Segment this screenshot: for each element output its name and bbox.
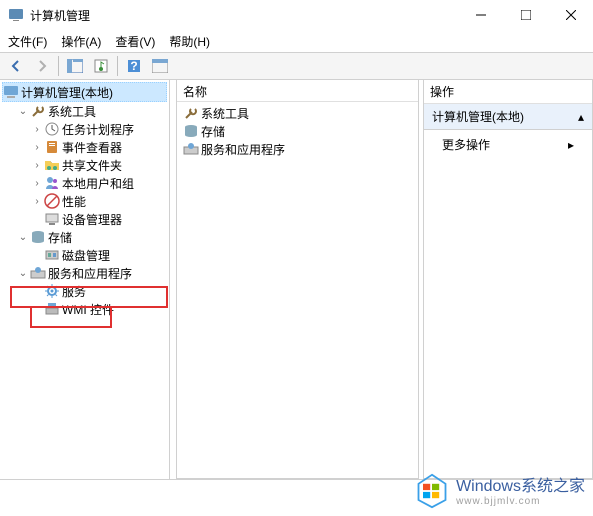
list-pane: 名称 系统工具 存储 服务和应用程序 — [176, 80, 419, 479]
toolbar: ? — [0, 52, 593, 80]
main-content: 计算机管理(本地) ⌄ 系统工具 › 任务计划程序 › 事件查看器 › 共享文件夹 ›… — [0, 80, 593, 480]
windows-logo-icon — [414, 473, 450, 512]
close-button[interactable] — [548, 0, 593, 30]
services-apps-icon — [183, 141, 199, 157]
tree-services[interactable]: 服务 — [2, 282, 167, 300]
tree-root[interactable]: 计算机管理(本地) — [2, 82, 167, 102]
tree-task-scheduler[interactable]: › 任务计划程序 — [2, 120, 167, 138]
menu-view[interactable]: 查看(V) — [115, 33, 155, 50]
tree-label: 系统工具 — [48, 103, 96, 120]
window-controls — [458, 0, 593, 30]
navigation-tree[interactable]: 计算机管理(本地) ⌄ 系统工具 › 任务计划程序 › 事件查看器 › 共享文件夹 ›… — [0, 80, 170, 479]
tree-disk-management[interactable]: 磁盘管理 — [2, 246, 167, 264]
app-icon — [8, 7, 24, 23]
actions-section[interactable]: 计算机管理(本地) ▴ — [424, 104, 592, 130]
tree-shared-folders[interactable]: › 共享文件夹 — [2, 156, 167, 174]
tree-label: 设备管理器 — [62, 211, 122, 228]
list-item[interactable]: 存储 — [179, 122, 416, 140]
storage-icon — [183, 123, 199, 139]
wmi-icon — [44, 301, 60, 317]
item-label: 系统工具 — [201, 105, 249, 122]
refresh-button[interactable] — [148, 54, 172, 78]
show-hide-tree-button[interactable] — [63, 54, 87, 78]
computer-icon — [3, 84, 19, 100]
tools-icon — [30, 103, 46, 119]
actions-pane: 操作 计算机管理(本地) ▴ 更多操作 ▸ — [423, 80, 593, 479]
tools-icon — [183, 105, 199, 121]
tree-label: 共享文件夹 — [62, 157, 122, 174]
tree-label: 计算机管理(本地) — [21, 84, 113, 101]
performance-icon — [44, 193, 60, 209]
help-button[interactable]: ? — [122, 54, 146, 78]
back-button[interactable] — [4, 54, 28, 78]
gear-icon — [44, 283, 60, 299]
maximize-button[interactable] — [503, 0, 548, 30]
forward-button[interactable] — [30, 54, 54, 78]
tree-label: 存储 — [48, 229, 72, 246]
actions-header: 操作 — [424, 80, 592, 104]
list-body[interactable]: 系统工具 存储 服务和应用程序 — [177, 102, 418, 478]
users-icon — [44, 175, 60, 191]
services-apps-icon — [30, 265, 46, 281]
properties-button[interactable] — [89, 54, 113, 78]
watermark: Windows系统之家 www.bjjmlv.com — [414, 473, 585, 512]
menu-bar: 文件(F) 操作(A) 查看(V) 帮助(H) — [0, 30, 593, 52]
watermark-title: Windows系统之家 — [456, 477, 585, 496]
tree-storage[interactable]: ⌄ 存储 — [2, 228, 167, 246]
tree-wmi-control[interactable]: WMI 控件 — [2, 300, 167, 318]
tree-label: 磁盘管理 — [62, 247, 110, 264]
tree-label: 本地用户和组 — [62, 175, 134, 192]
storage-icon — [30, 229, 46, 245]
tree-system-tools[interactable]: ⌄ 系统工具 — [2, 102, 167, 120]
watermark-url: www.bjjmlv.com — [456, 496, 540, 508]
disk-icon — [44, 247, 60, 263]
window-title: 计算机管理 — [30, 7, 458, 24]
menu-action[interactable]: 操作(A) — [61, 33, 101, 50]
device-icon — [44, 211, 60, 227]
tree-services-apps[interactable]: ⌄ 服务和应用程序 — [2, 264, 167, 282]
column-header-name[interactable]: 名称 — [177, 80, 418, 102]
folder-share-icon — [44, 157, 60, 173]
tree-label: 事件查看器 — [62, 139, 122, 156]
collapse-icon: ▴ — [578, 110, 584, 124]
menu-file[interactable]: 文件(F) — [8, 33, 47, 50]
expand-icon[interactable]: › — [30, 178, 44, 189]
item-label: 存储 — [201, 123, 225, 140]
tree-local-users[interactable]: › 本地用户和组 — [2, 174, 167, 192]
list-item[interactable]: 系统工具 — [179, 104, 416, 122]
tree-label: 服务和应用程序 — [48, 265, 132, 282]
expand-icon[interactable]: › — [30, 160, 44, 171]
expand-icon[interactable]: › — [30, 124, 44, 135]
tree-label: 服务 — [62, 283, 86, 300]
book-icon — [44, 139, 60, 155]
title-bar: 计算机管理 — [0, 0, 593, 30]
item-label: 服务和应用程序 — [201, 141, 285, 158]
chevron-right-icon: ▸ — [568, 138, 574, 152]
tree-label: WMI 控件 — [62, 301, 114, 318]
minimize-button[interactable] — [458, 0, 503, 30]
toolbar-divider — [117, 56, 118, 76]
more-label: 更多操作 — [442, 136, 490, 153]
toolbar-divider — [58, 56, 59, 76]
list-item[interactable]: 服务和应用程序 — [179, 140, 416, 158]
expand-icon[interactable]: › — [30, 142, 44, 153]
menu-help[interactable]: 帮助(H) — [169, 33, 210, 50]
tree-device-manager[interactable]: 设备管理器 — [2, 210, 167, 228]
expand-icon[interactable]: ⌄ — [16, 106, 30, 117]
tree-event-viewer[interactable]: › 事件查看器 — [2, 138, 167, 156]
expand-icon[interactable]: ⌄ — [16, 232, 30, 243]
tree-label: 任务计划程序 — [62, 121, 134, 138]
tree-label: 性能 — [62, 193, 86, 210]
actions-more[interactable]: 更多操作 ▸ — [424, 130, 592, 159]
expand-icon[interactable]: › — [30, 196, 44, 207]
section-label: 计算机管理(本地) — [432, 108, 524, 125]
tree-performance[interactable]: › 性能 — [2, 192, 167, 210]
svg-text:?: ? — [130, 59, 137, 73]
expand-icon[interactable]: ⌄ — [16, 268, 30, 279]
clock-icon — [44, 121, 60, 137]
